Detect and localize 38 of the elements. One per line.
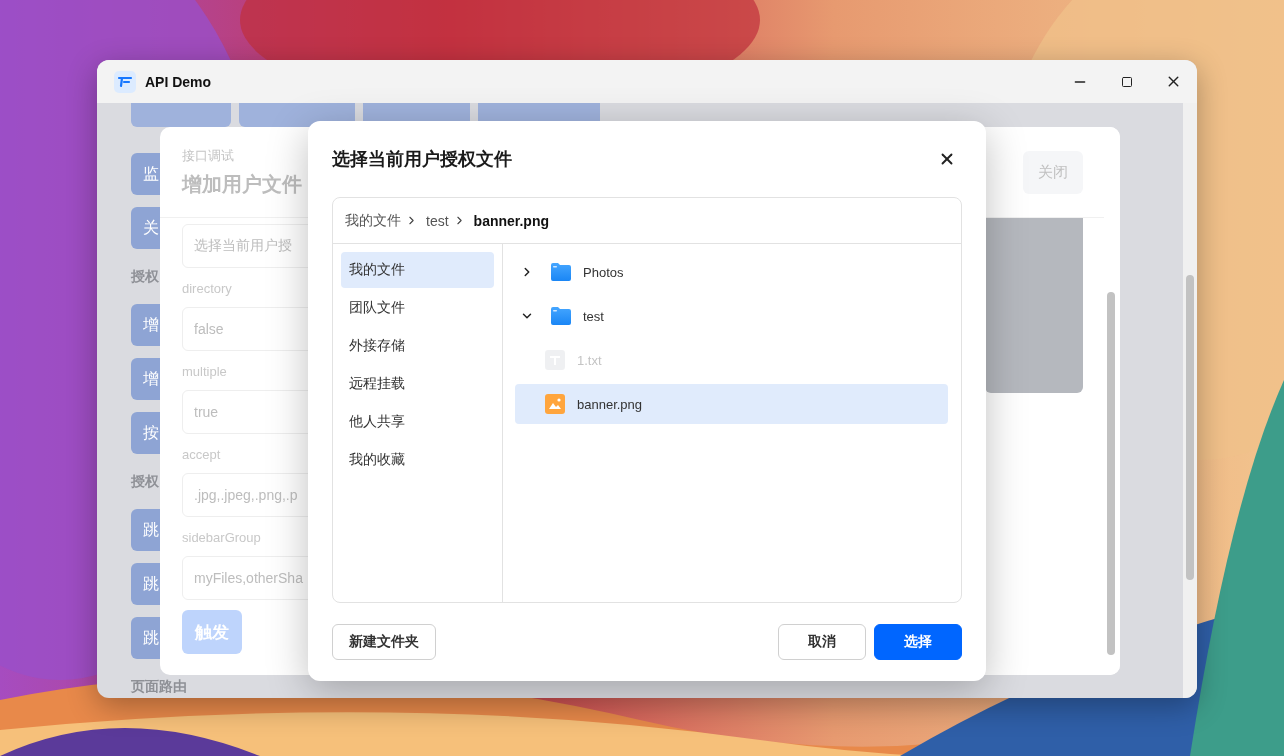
app-logo-icon — [114, 70, 136, 93]
action-button[interactable]: 跳 — [131, 563, 160, 605]
section-heading: 授权 — [131, 267, 159, 286]
action-button[interactable]: 关 — [131, 207, 160, 249]
maximize-icon[interactable] — [1120, 75, 1133, 88]
action-button[interactable]: 监 — [131, 153, 160, 195]
breadcrumb-item[interactable]: banner.png — [473, 212, 550, 229]
trigger-button[interactable]: 触发 — [182, 610, 242, 654]
tree-row[interactable]: test — [515, 296, 948, 336]
breadcrumb-item[interactable]: test — [426, 212, 449, 229]
window-title: API Demo — [145, 73, 212, 90]
scrollbar[interactable] — [1104, 127, 1120, 675]
panel-title: 增加用户文件 — [182, 171, 302, 197]
tree-row[interactable]: banner.png — [515, 384, 948, 424]
confirm-button[interactable]: 选择 — [874, 624, 962, 660]
action-button[interactable]: 增 — [131, 304, 160, 346]
cancel-button[interactable]: 取消 — [778, 624, 866, 660]
sidebar-item[interactable]: 我的文件 — [341, 252, 494, 288]
tree-row[interactable]: Photos — [515, 252, 948, 292]
action-button[interactable]: 增 — [131, 358, 160, 400]
section-heading: 授权 — [131, 472, 159, 491]
scrollbar[interactable] — [1183, 103, 1197, 698]
image-file-icon — [544, 393, 566, 415]
action-button[interactable]: 按 — [131, 412, 160, 454]
sidebar-item[interactable]: 团队文件 — [341, 290, 494, 326]
sidebar-item[interactable]: 他人共享 — [341, 404, 494, 440]
breadcrumb-item[interactable]: 我的文件 — [345, 211, 401, 230]
sidebar-item[interactable]: 我的收藏 — [341, 442, 494, 478]
folder-icon — [550, 261, 572, 283]
sidebar-item[interactable]: 外接存储 — [341, 328, 494, 364]
folder-icon — [550, 305, 572, 327]
action-button[interactable]: 跳 — [131, 509, 160, 551]
action-button[interactable]: 跳 — [131, 617, 160, 659]
new-folder-button[interactable]: 新建文件夹 — [332, 624, 436, 660]
dialog-title: 选择当前用户授权文件 — [332, 148, 512, 171]
close-panel-button[interactable]: 关闭 — [1023, 150, 1083, 194]
section-heading: 页面路由 — [131, 677, 187, 696]
sidebar-item[interactable]: 远程挂载 — [341, 366, 494, 402]
